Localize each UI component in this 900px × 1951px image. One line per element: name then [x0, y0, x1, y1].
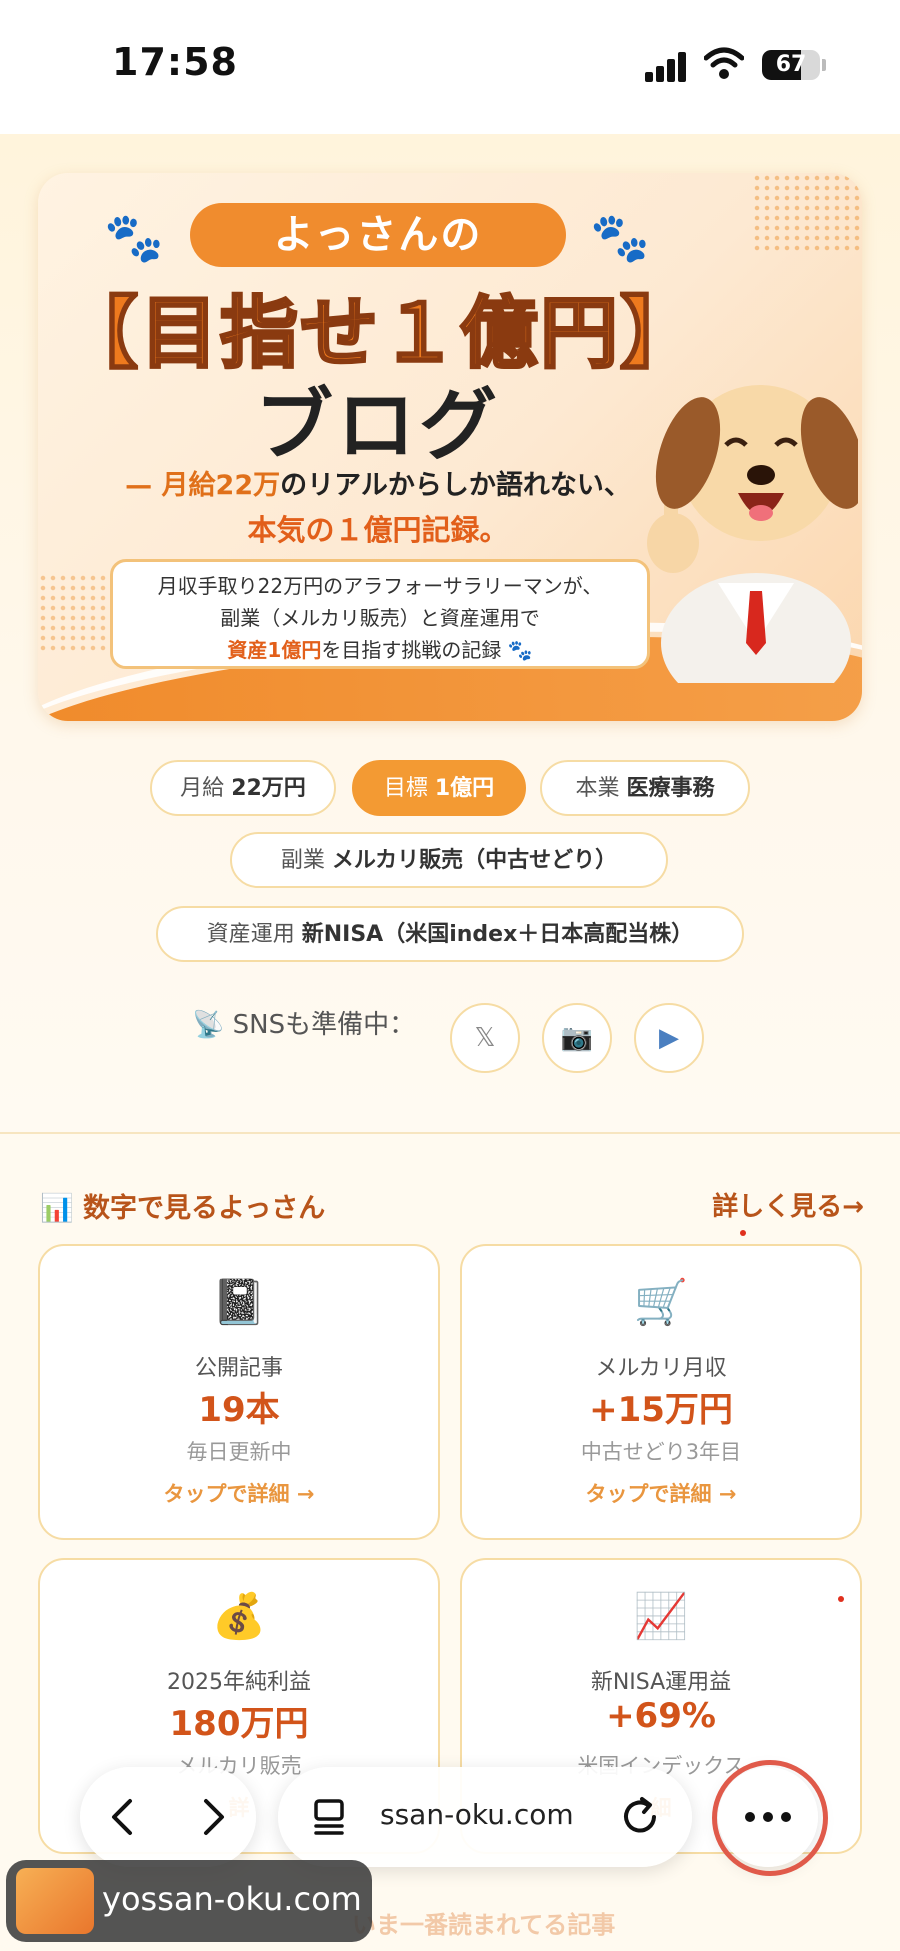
wifi-icon: [704, 47, 744, 79]
divider: [0, 1132, 900, 1134]
hero-subtitle: ブログ: [254, 381, 501, 471]
site-chip-text: yossan-oku.com: [102, 1880, 362, 1918]
signal-icon: [645, 52, 689, 82]
site-chip[interactable]: yossan-oku.com: [6, 1860, 372, 1942]
stat-card-articles[interactable]: 📓 公開記事 19本 毎日更新中 タップで詳細 →: [38, 1244, 440, 1540]
hero-tagline-2: 本気の１億円記録。: [247, 513, 509, 547]
hero-banner[interactable]: 🐾 🐾 よっさんの 【目指せ１億円】 ブログ — 月給22万のリアルからしか語れ…: [38, 173, 862, 721]
x-icon[interactable]: 𝕏: [450, 1003, 520, 1073]
highlight-circle: [712, 1760, 828, 1876]
money-bag-icon: 💰: [211, 1591, 267, 1642]
reload-icon[interactable]: [618, 1795, 662, 1839]
forward-icon[interactable]: [200, 1797, 228, 1837]
instagram-icon[interactable]: 📷: [542, 1003, 612, 1073]
back-icon[interactable]: [108, 1797, 136, 1837]
stat-card-mercari[interactable]: 🛒 メルカリ月収 +15万円 中古せどり3年目 タップで詳細 →: [460, 1244, 862, 1540]
youtube-icon[interactable]: ▶: [634, 1003, 704, 1073]
url-text[interactable]: ssan-oku.com: [380, 1798, 574, 1831]
sns-label: 📡 SNSも準備中：: [192, 1010, 416, 1040]
hero-tagline: — 月給22万のリアルからしか語れない、: [125, 470, 631, 501]
battery-icon: 67: [762, 50, 820, 80]
paw-icon: 🐾: [104, 210, 164, 266]
chip-job: 本業 医療事務: [540, 760, 750, 816]
chip-salary: 月給 22万円: [150, 760, 336, 816]
faded-heading: いま一番読まれてる記事: [352, 1911, 616, 1939]
see-more-link[interactable]: 詳しく見る→: [712, 1186, 864, 1223]
tabs-icon[interactable]: [312, 1797, 350, 1837]
dog-mascot-image: [647, 385, 858, 683]
hero-pill: よっさんの: [190, 203, 566, 267]
chart-up-icon: 📈: [633, 1591, 689, 1642]
status-time: 17:58: [112, 40, 238, 84]
hero-description: 月収手取り22万円のアラフォーサラリーマンが、 副業（メルカリ販売）と資産運用で…: [110, 559, 650, 669]
chip-goal: 目標 1億円: [352, 760, 526, 816]
nav-buttons: [80, 1767, 256, 1867]
notebook-icon: 📓: [211, 1277, 267, 1328]
paw-icon: 🐾: [590, 210, 650, 266]
chip-side-business: 副業 メルカリ販売（中古せどり）: [230, 832, 668, 888]
chip-investment: 資産運用 新NISA（米国index＋日本高配当株）: [156, 906, 744, 962]
cart-icon: 🛒: [633, 1277, 689, 1328]
status-bar: 17:58 67: [0, 0, 900, 134]
section-title: 📊 数字で見るよっさん: [40, 1193, 326, 1224]
site-favicon-icon: [16, 1868, 94, 1934]
